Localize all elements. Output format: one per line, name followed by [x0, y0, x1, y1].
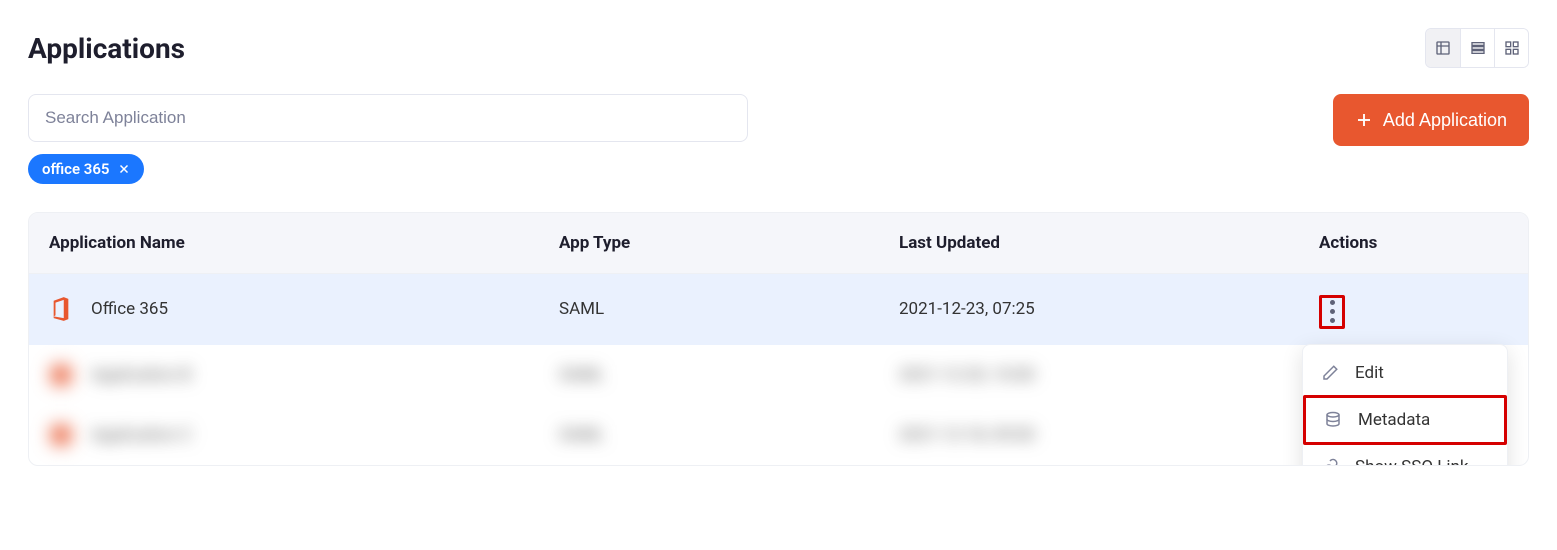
close-icon [118, 163, 130, 175]
app-type: SAML [559, 425, 899, 445]
plus-icon [1355, 111, 1373, 129]
applications-table: Application Name App Type Last Updated A… [28, 212, 1529, 466]
database-icon [1324, 411, 1342, 429]
view-list-button[interactable] [1460, 29, 1494, 67]
app-updated: 2021-12-20, 10:00 [899, 365, 1319, 385]
table-icon [1435, 40, 1451, 56]
filter-chip-remove[interactable] [118, 163, 130, 175]
app-type: SAML [559, 299, 899, 319]
table-header: Application Name App Type Last Updated A… [29, 213, 1528, 273]
view-grid-button[interactable] [1494, 29, 1528, 67]
add-application-button[interactable]: Add Application [1333, 94, 1529, 146]
col-type: App Type [559, 233, 899, 253]
app-name: Application B [91, 365, 191, 385]
app-icon [49, 421, 73, 449]
grid-icon [1504, 40, 1520, 56]
app-name: Application C [91, 425, 192, 445]
app-type: SAML [559, 365, 899, 385]
menu-metadata-label: Metadata [1358, 410, 1430, 430]
filter-chip[interactable]: office 365 [28, 154, 144, 184]
menu-show-sso[interactable]: Show SSO Link [1303, 445, 1507, 466]
search-input[interactable] [28, 94, 748, 142]
table-row[interactable]: Office 365 SAML 2021-12-23, 07:25 Edit M… [29, 273, 1528, 345]
col-name: Application Name [49, 233, 559, 253]
filter-chip-label: office 365 [42, 160, 110, 178]
row-actions-dropdown: Edit Metadata Show SSO Link Delete [1302, 344, 1508, 466]
view-switcher [1425, 28, 1529, 68]
office-icon [49, 295, 73, 323]
row-actions-menu-button[interactable] [1319, 295, 1345, 329]
menu-metadata[interactable]: Metadata [1303, 395, 1507, 445]
menu-show-sso-label: Show SSO Link [1355, 457, 1469, 466]
menu-edit-label: Edit [1355, 363, 1384, 383]
page-title: Applications [28, 32, 185, 65]
pencil-icon [1321, 364, 1339, 382]
app-updated: 2021-12-23, 07:25 [899, 299, 1319, 319]
add-application-label: Add Application [1383, 110, 1507, 131]
app-updated: 2021-12-18, 09:00 [899, 425, 1319, 445]
menu-edit[interactable]: Edit [1303, 351, 1507, 395]
app-name: Office 365 [91, 299, 168, 319]
link-icon [1321, 458, 1339, 466]
view-table-button[interactable] [1426, 29, 1460, 67]
app-icon [49, 361, 73, 389]
list-icon [1470, 40, 1486, 56]
col-actions: Actions [1319, 233, 1508, 253]
col-updated: Last Updated [899, 233, 1319, 253]
